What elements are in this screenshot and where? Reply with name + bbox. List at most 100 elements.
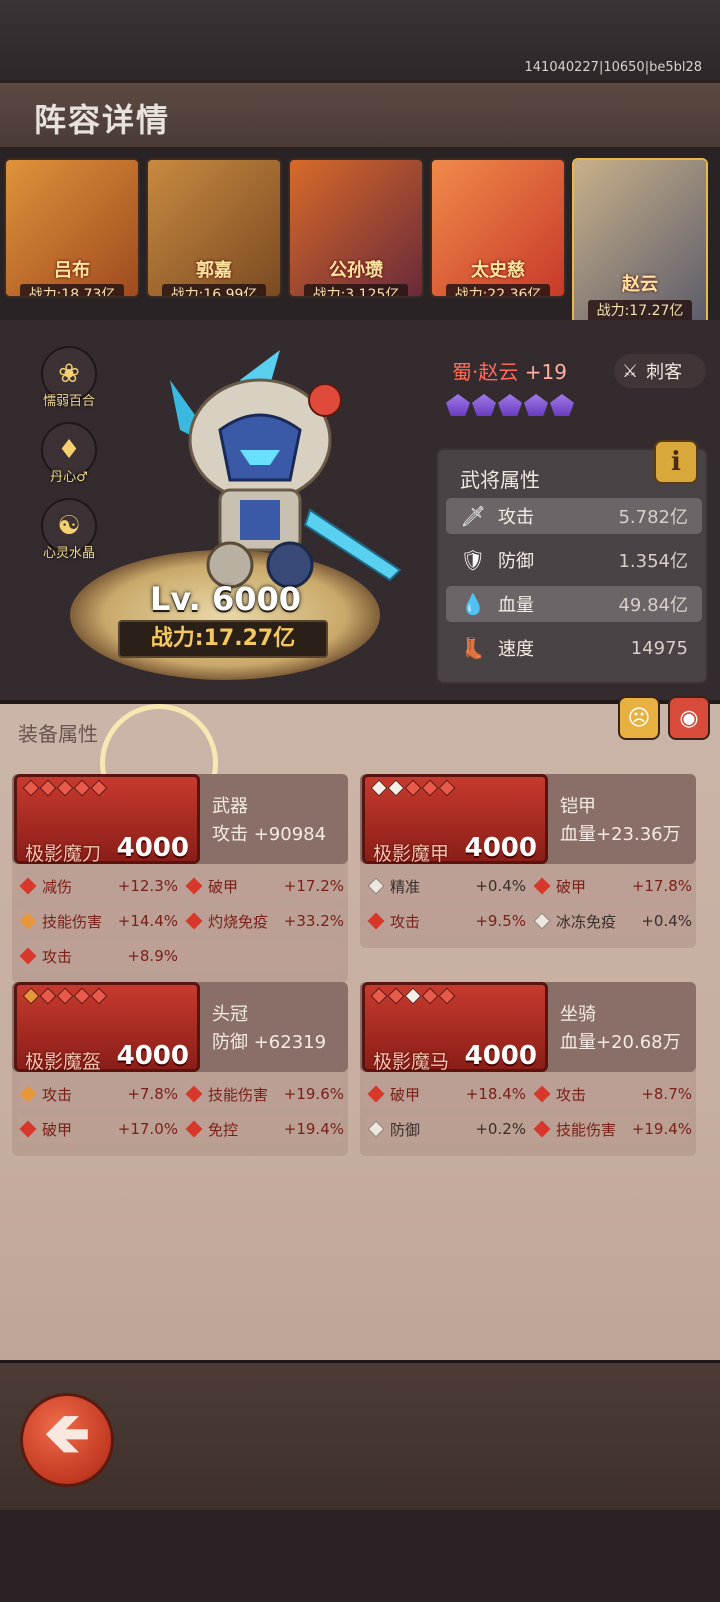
star-icon <box>524 394 548 416</box>
hero-stars <box>446 394 574 416</box>
side-badge-label: 心灵水晶 <box>42 546 95 561</box>
gear-sub-stat: 技能伤害 +14.4% <box>18 907 178 935</box>
gear-rarity <box>22 987 108 1005</box>
gear-area: 装备属性 ☹ ◉ 极影魔刀 4000 武器 攻击 +90984 减伤 +12.3% 破甲 +1… <box>0 696 720 1360</box>
sub-stat-diamond-icon <box>533 1120 551 1138</box>
sub-stat-diamond-icon <box>19 1120 37 1138</box>
sub-stat-diamond-icon <box>19 912 37 930</box>
hero-card-name: 赵云 <box>622 274 658 295</box>
gear-sub-stat: 灼烧免疫 +33.2% <box>184 907 344 935</box>
gear-sub-stat: 破甲 +17.0% <box>18 1115 178 1143</box>
sub-stat-diamond-icon <box>185 877 203 895</box>
sub-stat-name: 破甲 <box>42 1120 73 1139</box>
gear-card-4[interactable]: 极影魔马 4000 坐骑 血量+20.68万 破甲 +18.4% 攻击 +8.7% 防御 +0.2… <box>360 982 696 1156</box>
sub-stat-name: 冰冻免疫 <box>556 912 617 931</box>
sub-stat-diamond-icon <box>367 877 385 895</box>
gear-card-3[interactable]: 极影魔盔 4000 头冠 防御 +62319 攻击 +7.8% 技能伤害 +19.6% 破甲 +1… <box>12 982 348 1156</box>
build-id: 141040227|10650|be5bl28 <box>524 60 702 75</box>
side-badge-3[interactable]: ☯ 心灵水晶 <box>38 498 100 561</box>
rarity-diamond-icon <box>39 987 57 1005</box>
blood-drop-icon: 💧 <box>460 592 486 616</box>
sub-stat-name: 防御 <box>390 1120 421 1139</box>
hero-card-5[interactable]: 赵云 战力:17.27亿 <box>572 158 708 330</box>
hero-card-name: 郭嘉 <box>196 260 232 281</box>
stat-value: 49.84亿 <box>618 595 688 616</box>
sub-stat-diamond-icon <box>367 1120 385 1138</box>
gear-image[interactable]: 极影魔盔 4000 <box>14 982 200 1073</box>
rarity-diamond-icon <box>90 779 108 797</box>
sub-stat-diamond-icon <box>185 1085 203 1103</box>
hero-stage: ❀ 懦弱百合 ♦ 丹心♂ ☯ 心灵水晶 Lv. 6000 战力:17.27亿 蜀·赵云 +… <box>0 320 720 700</box>
hero-card-2[interactable]: 郭嘉 战力:16.99亿 <box>146 158 282 298</box>
stat-row: 🛡 防御 1.354亿 <box>446 542 702 578</box>
sub-stat-value: +12.3% <box>117 877 178 895</box>
side-badge-2[interactable]: ♦ 丹心♂ <box>38 422 100 485</box>
rarity-diamond-icon <box>421 987 439 1005</box>
hero-card-4[interactable]: 太史慈 战力:22.36亿 <box>430 158 566 298</box>
class-label: 刺客 <box>646 362 683 383</box>
gear-sub-stat: 攻击 +8.9% <box>18 942 178 970</box>
stat-value: 1.354亿 <box>618 551 688 572</box>
back-button[interactable]: 🡸 <box>20 1393 114 1487</box>
stat-panel: 武将属性 i 🗡 攻击 5.782亿 🛡 防御 1.354亿 💧 血量 49.84亿 👢 速度 149… <box>436 440 708 684</box>
sub-stat-name: 技能伤害 <box>556 1120 617 1139</box>
gear-image[interactable]: 极影魔马 4000 <box>362 982 548 1073</box>
sub-stat-value: +19.4% <box>631 1120 692 1138</box>
mask-icon[interactable]: ☹ <box>618 696 660 740</box>
sub-stat-value: +33.2% <box>283 912 344 930</box>
gear-image[interactable]: 极影魔刀 4000 <box>14 774 200 865</box>
rarity-diamond-icon <box>421 779 439 797</box>
star-icon <box>550 394 574 416</box>
class-badge[interactable]: ⚔ 刺客 <box>614 354 706 388</box>
sub-stat-name: 攻击 <box>556 1085 587 1104</box>
side-badge-1[interactable]: ❀ 懦弱百合 <box>38 346 100 409</box>
gear-rarity <box>370 987 456 1005</box>
sub-stat-diamond-icon <box>19 1085 37 1103</box>
gear-sub-stat: 免控 +19.4% <box>184 1115 344 1143</box>
hero-name: 蜀·赵云 <box>452 360 519 384</box>
gear-sub-stat: 技能伤害 +19.6% <box>184 1080 344 1108</box>
gear-card-2[interactable]: 极影魔甲 4000 铠甲 血量+23.36万 精准 +0.4% 破甲 +17.8% 攻击 +9.5… <box>360 774 696 948</box>
side-badge-label: 懦弱百合 <box>42 394 95 409</box>
hero-card-name: 太史慈 <box>471 260 525 281</box>
gear-card-1[interactable]: 极影魔刀 4000 武器 攻击 +90984 减伤 +12.3% 破甲 +17.2% 技能伤害 +… <box>12 774 348 983</box>
stat-name: 攻击 <box>498 507 534 528</box>
gear-main-stat: 防御 +62319 <box>212 1032 327 1053</box>
gear-sub-stat: 破甲 +18.4% <box>366 1080 526 1108</box>
gear-sub-stat: 冰冻免疫 +0.4% <box>532 907 692 935</box>
eye-icon[interactable]: ◉ <box>668 696 710 740</box>
gear-main-stat: 血量+20.68万 <box>560 1032 681 1053</box>
info-button[interactable]: i <box>654 440 698 484</box>
sub-stat-name: 免控 <box>208 1120 239 1139</box>
gear-name: 极影魔马 <box>373 1051 450 1073</box>
rarity-diamond-icon <box>404 779 422 797</box>
sub-stat-name: 破甲 <box>208 877 239 896</box>
gear-type: 铠甲 <box>560 796 596 817</box>
sub-stat-value: +19.4% <box>283 1120 344 1138</box>
stat-row: 👢 速度 14975 <box>446 630 702 666</box>
sub-stat-name: 精准 <box>390 877 421 896</box>
rarity-diamond-icon <box>387 987 405 1005</box>
rarity-diamond-icon <box>404 987 422 1005</box>
gear-image[interactable]: 极影魔甲 4000 <box>362 774 548 865</box>
sub-stat-diamond-icon <box>19 947 37 965</box>
gear-level: 4000 <box>464 833 537 863</box>
gear-sub-stat: 攻击 +9.5% <box>366 907 526 935</box>
rarity-diamond-icon <box>387 779 405 797</box>
gear-sub-stat: 技能伤害 +19.4% <box>532 1115 692 1143</box>
sub-stat-diamond-icon <box>367 1085 385 1103</box>
sub-stat-value: +8.9% <box>127 947 178 965</box>
gear-name: 极影魔盔 <box>25 1051 102 1073</box>
gear-title: 装备属性 <box>18 722 98 746</box>
hero-card-3[interactable]: 公孙瓒 战力:3.125亿 <box>288 158 424 298</box>
hero-card-1[interactable]: 吕布 战力:18.73亿 <box>4 158 140 298</box>
gear-level: 4000 <box>116 1041 189 1071</box>
rarity-diamond-icon <box>438 987 456 1005</box>
rarity-diamond-icon <box>56 779 74 797</box>
star-icon <box>498 394 522 416</box>
stat-row: 💧 血量 49.84亿 <box>446 586 702 622</box>
sword-icon: 🗡 <box>460 504 486 528</box>
hero-card-name: 公孙瓒 <box>329 260 383 281</box>
rarity-diamond-icon <box>39 779 57 797</box>
sub-stat-name: 破甲 <box>390 1085 421 1104</box>
